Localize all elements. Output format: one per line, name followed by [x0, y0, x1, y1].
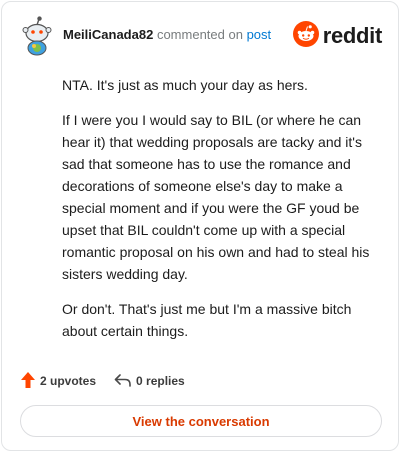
post-link[interactable]: post [247, 27, 272, 42]
comment-paragraph: Or don't. That's just me but I'm a massi… [62, 301, 352, 339]
username[interactable]: MeiliCanada82 [63, 27, 153, 42]
view-conversation-button[interactable]: View the conversation [20, 405, 382, 437]
replies-button[interactable]: 0 replies [114, 372, 185, 391]
upvote-count: 2 upvotes [40, 374, 97, 388]
comment-actions: 2 upvotes 0 replies [20, 370, 203, 392]
comment-body: NTA. It's just as much your day as hers.… [62, 74, 372, 355]
upvote-arrow-icon [20, 371, 36, 392]
comment-paragraph: NTA. It's just as much your day as hers. [62, 77, 308, 93]
brand-wordmark: reddit [322, 23, 383, 48]
reddit-brand[interactable]: reddit [292, 20, 383, 52]
snoo-avatar-icon[interactable] [20, 16, 54, 56]
comment-paragraph: If I were you I would say to BIL (or whe… [62, 112, 370, 282]
reddit-logo-icon [292, 20, 319, 52]
comment-meta: MeiliCanada82 commented on post [63, 27, 271, 42]
commented-on-label: commented on [156, 27, 243, 42]
reply-count: 0 replies [136, 374, 185, 388]
comment-header: MeiliCanada82 commented on post reddit [20, 16, 384, 56]
embedded-comment-card: MeiliCanada82 commented on post reddit N… [1, 1, 399, 451]
upvote-button[interactable]: 2 upvotes [20, 371, 96, 392]
reply-arrow-icon [114, 372, 132, 391]
